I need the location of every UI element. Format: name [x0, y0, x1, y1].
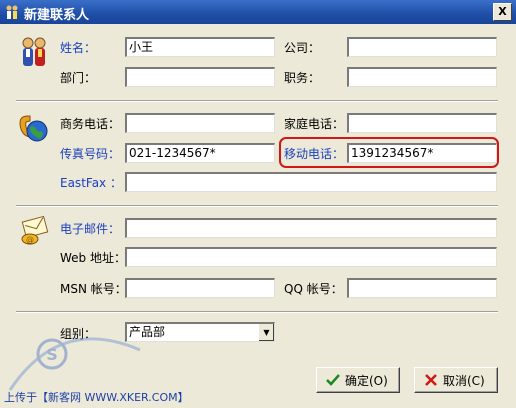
ok-button[interactable]: 确定(O)	[316, 367, 400, 393]
svg-text:S: S	[46, 345, 58, 364]
department-field[interactable]	[125, 67, 275, 87]
business-phone-label: 商务电话：	[60, 117, 121, 131]
msn-field[interactable]	[125, 278, 275, 298]
name-field[interactable]: 小王	[125, 37, 275, 57]
email-label: 电子邮件：	[60, 222, 121, 236]
phone-globe-icon	[19, 115, 48, 142]
ok-check-icon	[326, 374, 340, 386]
company-field[interactable]	[347, 37, 497, 57]
eastfax-field[interactable]	[125, 172, 497, 192]
qq-field[interactable]	[347, 278, 497, 298]
position-field[interactable]	[347, 67, 497, 87]
company-label: 公司：	[284, 41, 321, 55]
department-label: 部门：	[60, 71, 97, 85]
email-envelope-icon: @	[21, 215, 49, 245]
watermark-text: 上传于【新客网 WWW.XKER.COM】	[4, 391, 189, 404]
name-label: 姓名：	[60, 41, 97, 55]
svg-text:@: @	[26, 235, 34, 244]
position-label: 职务：	[284, 71, 321, 85]
fax-label: 传真号码：	[60, 147, 121, 161]
email-field[interactable]	[125, 218, 497, 238]
mobile-field[interactable]: 1391234567*	[347, 143, 497, 163]
qq-label: QQ 帐号：	[284, 282, 343, 296]
title-bar[interactable]: 新建联系人 X	[0, 0, 516, 24]
business-phone-field[interactable]	[125, 113, 275, 133]
web-field[interactable]	[125, 247, 497, 267]
divider	[16, 205, 498, 207]
new-contact-dialog: 新建联系人 X 姓名： 小王 公司： 部门： 职务： 商务电话： 家庭电话： 传…	[0, 0, 516, 408]
cancel-button[interactable]: 取消(C)	[414, 367, 498, 393]
contacts-app-icon	[6, 5, 18, 19]
contacts-people-icon	[22, 37, 46, 66]
eastfax-label: EastFax ：	[60, 176, 122, 190]
cancel-x-icon	[425, 374, 437, 386]
mobile-label: 移动电话：	[284, 147, 345, 161]
home-phone-field[interactable]	[347, 113, 497, 133]
web-label: Web 地址：	[60, 251, 126, 265]
fax-field[interactable]: 021-1234567*	[125, 143, 275, 163]
divider	[16, 100, 498, 102]
ok-button-label: 确定(O)	[345, 374, 388, 388]
home-phone-label: 家庭电话：	[284, 117, 345, 131]
window-title: 新建联系人	[24, 8, 90, 23]
chevron-down-icon[interactable]: ▼	[258, 324, 274, 341]
msn-label: MSN 帐号：	[60, 282, 127, 296]
cancel-button-label: 取消(C)	[443, 374, 485, 388]
close-button[interactable]: X	[493, 3, 512, 21]
